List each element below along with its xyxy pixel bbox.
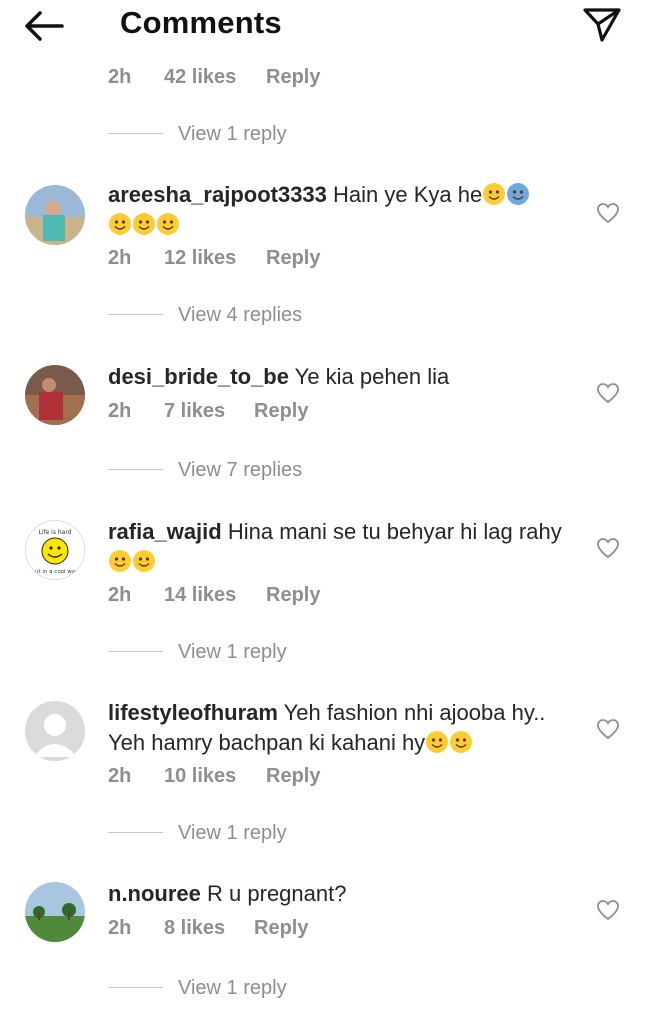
comment-time: 2h (108, 584, 132, 606)
avatar-text-bottom: but in a cool way (32, 569, 80, 575)
likes-count[interactable]: 8 likes (164, 915, 225, 941)
grinning-face-emoji (133, 550, 155, 572)
view-replies-label[interactable]: View 1 reply (178, 639, 287, 665)
view-replies-label[interactable]: View 7 replies (178, 457, 302, 483)
likes-count[interactable]: 7 likes (164, 398, 225, 424)
username[interactable]: rafia_wajid (108, 519, 222, 544)
divider-line (108, 832, 163, 833)
username[interactable]: desi_bride_to_be (108, 364, 289, 389)
avatar[interactable] (25, 365, 85, 425)
divider-line (108, 314, 163, 315)
page-title: Comments (120, 5, 282, 40)
reply-button[interactable]: Reply (266, 582, 320, 608)
comment-time: 2h (108, 400, 132, 422)
reply-button[interactable]: Reply (254, 398, 308, 424)
reply-button[interactable]: Reply (266, 64, 320, 90)
loudly-crying-emoji (157, 213, 179, 235)
back-button[interactable] (22, 8, 66, 44)
comment-body: R u pregnant? (207, 881, 347, 906)
send-button[interactable] (580, 4, 624, 44)
tears-of-joy-emoji (450, 731, 473, 753)
avatar-text-top: Life is hard (38, 529, 71, 536)
reply-button[interactable]: Reply (266, 245, 320, 271)
avatar[interactable] (25, 882, 85, 942)
comment-text: lifestyleofhuram Yeh fashion nhi ajooba … (108, 698, 578, 758)
likes-count[interactable]: 42 likes (164, 64, 236, 90)
username[interactable]: n.nouree (108, 881, 201, 906)
grinning-face-emoji (109, 550, 131, 572)
avatar[interactable]: Life is hard but in a cool way (25, 520, 85, 580)
view-replies-label[interactable]: View 1 reply (178, 121, 287, 147)
comment-text: n.nouree R u pregnant? (108, 879, 578, 909)
likes-count[interactable]: 14 likes (164, 582, 236, 608)
avatar[interactable] (25, 701, 85, 761)
heart-icon[interactable] (596, 718, 620, 740)
rolling-eyes-emoji (483, 183, 506, 205)
divider-line (108, 469, 163, 470)
heart-icon[interactable] (596, 899, 620, 921)
comment-time: 2h (108, 765, 132, 787)
heart-icon[interactable] (596, 537, 620, 559)
paper-plane-icon (583, 8, 621, 42)
comment-text: areesha_rajpoot3333 Hain ye Kya he (108, 180, 578, 240)
username[interactable]: lifestyleofhuram (108, 700, 278, 725)
heart-icon[interactable] (596, 202, 620, 224)
tears-of-joy-emoji (133, 213, 155, 235)
divider-line (108, 133, 163, 134)
likes-count[interactable]: 10 likes (164, 763, 236, 789)
fearful-face-emoji (507, 183, 530, 205)
likes-count[interactable]: 12 likes (164, 245, 236, 271)
thinking-face-emoji (109, 213, 131, 235)
comment-text: desi_bride_to_be Ye kia pehen lia (108, 362, 578, 392)
header-bar: Comments (0, 0, 654, 52)
comment-time: 2h (108, 247, 132, 269)
comment-time: 2h (108, 917, 132, 939)
arrow-left-icon (25, 11, 64, 41)
view-replies-label[interactable]: View 1 reply (178, 820, 287, 846)
username[interactable]: areesha_rajpoot3333 (108, 182, 327, 207)
comment-body: Hain ye Kya he (333, 182, 483, 207)
comment-body: Hina mani se tu behyar hi lag rahy (227, 519, 562, 544)
view-replies-label[interactable]: View 1 reply (178, 975, 287, 1001)
divider-line (108, 651, 163, 652)
comment-body: Ye kia pehen lia (294, 364, 450, 389)
comment-time: 2h (108, 66, 132, 88)
reply-button[interactable]: Reply (254, 915, 308, 941)
avatar[interactable] (25, 185, 85, 245)
reply-button[interactable]: Reply (266, 763, 320, 789)
tears-of-joy-emoji (426, 731, 449, 753)
divider-line (108, 987, 163, 988)
view-replies-label[interactable]: View 4 replies (178, 302, 302, 328)
comment-text: rafia_wajid Hina mani se tu behyar hi la… (108, 517, 578, 577)
heart-icon[interactable] (596, 382, 620, 404)
